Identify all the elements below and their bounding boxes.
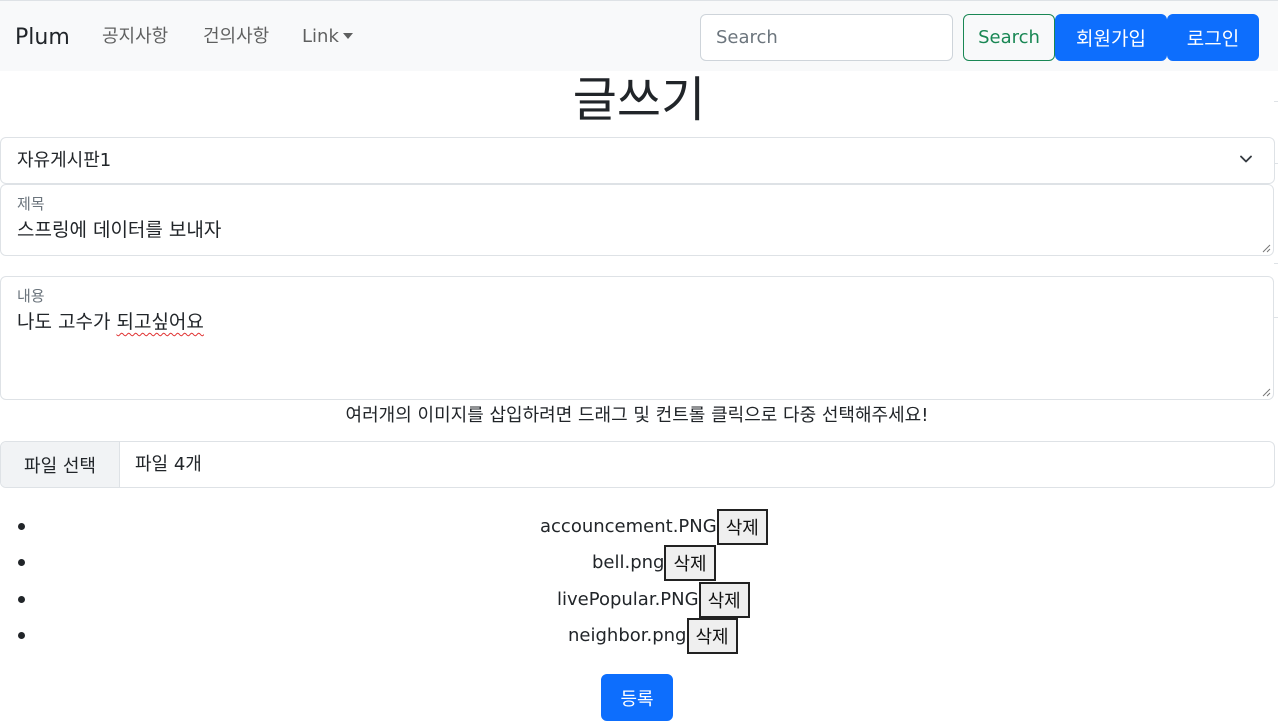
- file-select-button[interactable]: 파일 선택: [1, 442, 120, 487]
- nav-dropdown-link[interactable]: Link: [302, 23, 353, 51]
- list-item: accouncement.PNG 삭제: [0, 509, 1278, 545]
- navbar: Plum 공지사항 건의사항 Link Search 회원가입 로그인: [0, 0, 1278, 71]
- chevron-down-icon: [1240, 155, 1252, 163]
- login-button[interactable]: 로그인: [1167, 14, 1259, 61]
- bullet-icon: [18, 596, 25, 603]
- file-entry: accouncement.PNG 삭제: [540, 509, 768, 545]
- divider: [1274, 263, 1278, 264]
- file-input[interactable]: 파일 선택 파일 4개: [0, 441, 1275, 488]
- delete-file-button[interactable]: 삭제: [716, 509, 768, 545]
- file-count-status: 파일 4개: [135, 454, 202, 475]
- upload-help-text: 여러개의 이미지를 삽입하려면 드래그 및 컨트롤 클릭으로 다중 선택해주세요…: [345, 405, 929, 426]
- content-text: 나도 고수가: [17, 311, 117, 333]
- file-name: accouncement.PNG: [540, 516, 717, 537]
- search-button[interactable]: Search: [963, 14, 1055, 61]
- content-field-label: 내용: [17, 287, 45, 305]
- list-item: neighbor.png 삭제: [0, 618, 1278, 654]
- misspelled-word: 되고싶어요: [116, 311, 204, 333]
- divider: [1274, 317, 1278, 318]
- nav-dropdown-label: Link: [302, 26, 339, 47]
- submit-button[interactable]: 등록: [601, 674, 673, 721]
- file-name: livePopular.PNG: [557, 589, 699, 610]
- page-title: 글쓰기: [572, 72, 706, 128]
- title-field-label: 제목: [17, 195, 45, 213]
- bullet-icon: [18, 523, 25, 530]
- content-field-value: 나도 고수가 되고싶어요: [17, 309, 204, 335]
- nav-link-suggestions[interactable]: 건의사항: [203, 23, 269, 51]
- resize-handle-icon[interactable]: [1261, 387, 1271, 397]
- file-name: bell.png: [592, 552, 665, 573]
- board-select-value: 자유게시판1: [17, 150, 112, 171]
- title-field-value: 스프링에 데이터를 보내자: [17, 219, 222, 241]
- delete-file-button[interactable]: 삭제: [698, 582, 750, 618]
- file-entry: neighbor.png 삭제: [568, 618, 738, 654]
- bullet-icon: [18, 559, 25, 566]
- signup-button[interactable]: 회원가입: [1055, 14, 1167, 61]
- brand-logo[interactable]: Plum: [15, 23, 70, 53]
- file-name: neighbor.png: [568, 625, 687, 646]
- delete-file-button[interactable]: 삭제: [686, 618, 738, 654]
- bullet-icon: [18, 632, 25, 639]
- delete-file-button[interactable]: 삭제: [664, 545, 716, 581]
- file-entry: bell.png 삭제: [592, 545, 716, 581]
- title-field[interactable]: 제목 스프링에 데이터를 보내자: [0, 184, 1274, 256]
- nav-link-notice[interactable]: 공지사항: [102, 23, 168, 51]
- resize-handle-icon[interactable]: [1261, 243, 1271, 253]
- list-item: livePopular.PNG 삭제: [0, 582, 1278, 618]
- list-item: bell.png 삭제: [0, 545, 1278, 581]
- board-select[interactable]: 자유게시판1: [0, 137, 1275, 184]
- file-entry: livePopular.PNG 삭제: [557, 582, 750, 618]
- content-field[interactable]: 내용 나도 고수가 되고싶어요: [0, 276, 1274, 400]
- caret-down-icon: [342, 33, 353, 39]
- search-input[interactable]: [700, 14, 953, 61]
